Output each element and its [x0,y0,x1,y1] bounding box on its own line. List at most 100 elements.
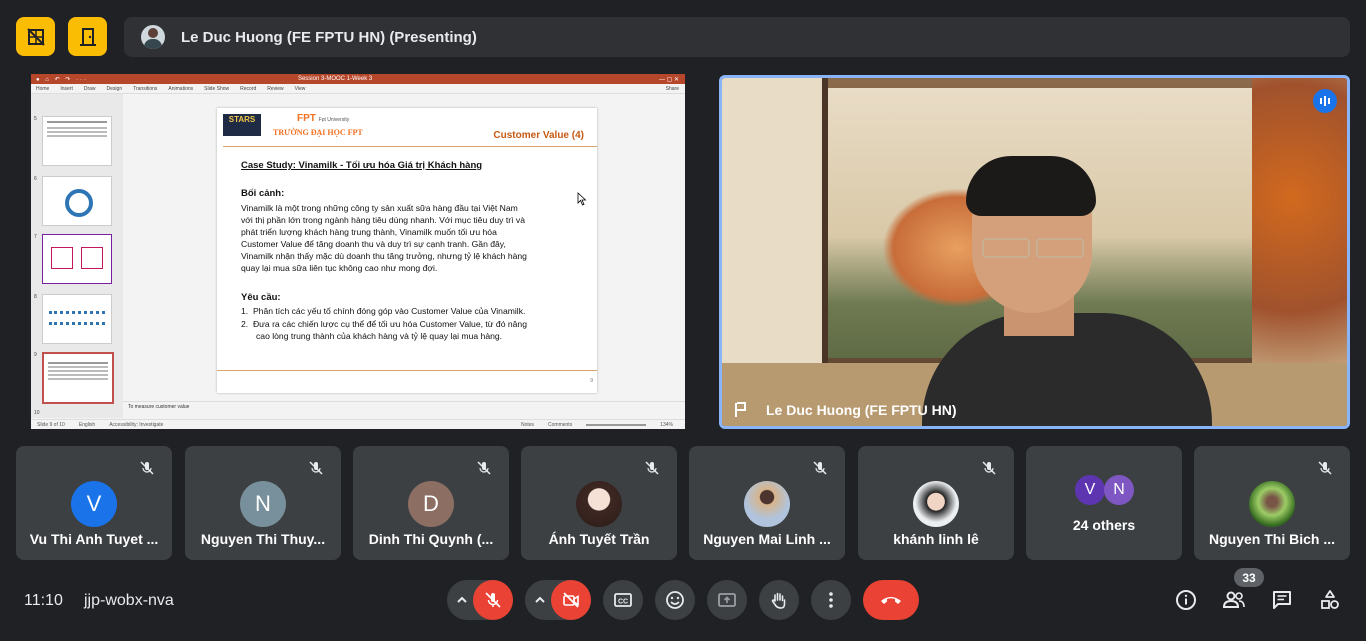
participant-name: khánh linh lê [893,531,979,547]
people-button[interactable] [1222,588,1246,612]
participant-tile[interactable]: khánh linh lê [858,446,1014,560]
door-icon [79,27,96,46]
mic-options-button[interactable] [449,580,475,620]
notes-divider [123,401,685,402]
slide-thumbnail[interactable] [42,234,112,284]
chat-button[interactable] [1270,588,1294,612]
present-button[interactable] [707,580,747,620]
ppt-quick-access-icons: ● ⌂ ↶ ↷ ··· [36,76,88,83]
footer-rule [217,370,597,371]
ppt-menu-slideshow[interactable]: Slide Show [204,86,229,92]
ppt-menu-review[interactable]: Review [267,86,283,92]
people-count-badge: 33 [1234,568,1264,587]
mic-off-icon [811,459,829,477]
slide-thumbnail-pane: 5 6 7 8 9 10 [31,94,123,418]
ppt-menu-animations[interactable]: Animations [168,86,193,92]
avatar: N [240,481,286,527]
presenter-label: Le Duc Huong (FE FPTU HN) (Presenting) [181,28,477,46]
camera-options-button[interactable] [527,580,553,620]
camera-toggle-button[interactable] [551,580,591,620]
participant-tile[interactable]: Nguyen Thi Bich ... [1194,446,1350,560]
participant-name: Nguyen Thi Bich ... [1208,531,1335,547]
requirement-2-cont: cao lòng trung thành của khách hàng và t… [256,331,503,341]
accessibility-indicator[interactable]: Accessibility: Investigate [109,422,163,428]
hand-icon [771,592,786,609]
mic-off-icon [307,459,325,477]
shared-screen: ● ⌂ ↶ ↷ ··· Session 3-MOOC 1-Week 3 — ▢ … [31,74,685,429]
fpt-logo: FPT Fpt University [297,113,350,124]
language-indicator: English [78,421,96,428]
ppt-menu-design[interactable]: Design [107,86,123,92]
avatar-photo [576,481,622,527]
meeting-code: jjp-wobx-nva [84,592,174,609]
speaker-video[interactable]: Le Duc Huong (FE FPTU HN) [719,75,1350,429]
door-button[interactable] [68,17,107,56]
others-tile[interactable]: V N 24 others [1026,446,1182,560]
thumb-number: 9 [34,352,37,358]
glasses-left [982,238,1030,258]
leave-call-button[interactable] [863,580,919,620]
ppt-titlebar: ● ⌂ ↶ ↷ ··· Session 3-MOOC 1-Week 3 — ▢ … [31,74,685,84]
slide-canvas: STARS FPT Fpt University TRƯỜNG ĐẠI HỌC … [217,108,597,393]
pin-icon[interactable] [731,401,749,419]
slide-title: Customer Value (4) [493,130,584,141]
ppt-window-title: Session 3-MOOC 1-Week 3 [297,76,373,82]
context-paragraph: Vinamilk là một trong những công ty sản … [241,203,527,274]
university-name: TRƯỜNG ĐẠI HỌC FPT [273,128,363,137]
mic-off-icon [138,459,156,477]
participant-name: Dinh Thi Quynh (... [368,531,494,547]
slide-thumbnail[interactable] [42,294,112,344]
call-end-icon [881,597,901,604]
activities-button[interactable] [1318,588,1342,612]
zoom-slider[interactable] [586,423,647,426]
thumb-number: 7 [34,234,37,240]
ppt-menu-transitions[interactable]: Transitions [133,86,157,92]
stars-logo: STARS [223,114,261,136]
participant-tile[interactable]: Ánh Tuyết Trần [521,446,677,560]
meeting-details-button[interactable] [1174,588,1198,612]
clock: 11:10 [24,592,63,609]
participant-tile[interactable]: V Vu Thi Anh Tuyet ... [16,446,172,560]
case-study-title: Case Study: Vinamilk - Tối ưu hóa Giá tr… [241,160,483,171]
chevron-up-icon [457,596,467,603]
more-options-button[interactable] [811,580,851,620]
zoom-level[interactable]: 134% [660,422,673,428]
thumb-number: 10 [34,410,40,416]
slide-thumbnail[interactable] [42,116,112,166]
ppt-share-button[interactable]: Share [666,86,679,92]
reactions-button[interactable] [655,580,695,620]
mic-off-icon [1316,459,1334,477]
avatar: N [1104,475,1134,505]
ppt-menu-view[interactable]: View [295,86,306,92]
requirements-heading: Yêu cầu: [241,292,281,303]
others-count: 24 others [1072,517,1136,533]
participant-name: Nguyen Mai Linh ... [703,531,831,547]
people-icon [1222,591,1245,608]
speaking-indicator [1313,89,1337,113]
thumb-number: 5 [34,116,37,122]
participant-tile[interactable]: D Dinh Thi Quynh (... [353,446,509,560]
comments-toggle[interactable]: Comments [548,422,572,428]
speaker-notes: To measure customer value [128,404,190,410]
mic-toggle-button[interactable] [473,580,513,620]
layout-off-button[interactable] [16,17,55,56]
emoji-icon [666,591,684,609]
avatar-photo [744,481,790,527]
presenter-avatar [141,25,165,49]
participant-name: Nguyen Thi Thuy... [200,531,326,547]
participant-tile[interactable]: Nguyen Mai Linh ... [689,446,845,560]
shoji-left [722,78,828,378]
ppt-menu-insert[interactable]: Insert [60,86,73,92]
person-hair [966,156,1096,216]
avatar: D [408,481,454,527]
slide-thumbnail-selected[interactable] [42,352,114,404]
slide-thumbnail[interactable] [42,176,112,226]
notes-toggle[interactable]: Notes [521,422,534,428]
ppt-menu-home[interactable]: Home [36,86,49,92]
raise-hand-button[interactable] [759,580,799,620]
captions-button[interactable]: CC [603,580,643,620]
participant-tile[interactable]: N Nguyen Thi Thuy... [185,446,341,560]
ppt-menu-draw[interactable]: Draw [84,86,96,92]
ppt-menu-record[interactable]: Record [240,86,256,92]
more-vert-icon [829,592,833,608]
